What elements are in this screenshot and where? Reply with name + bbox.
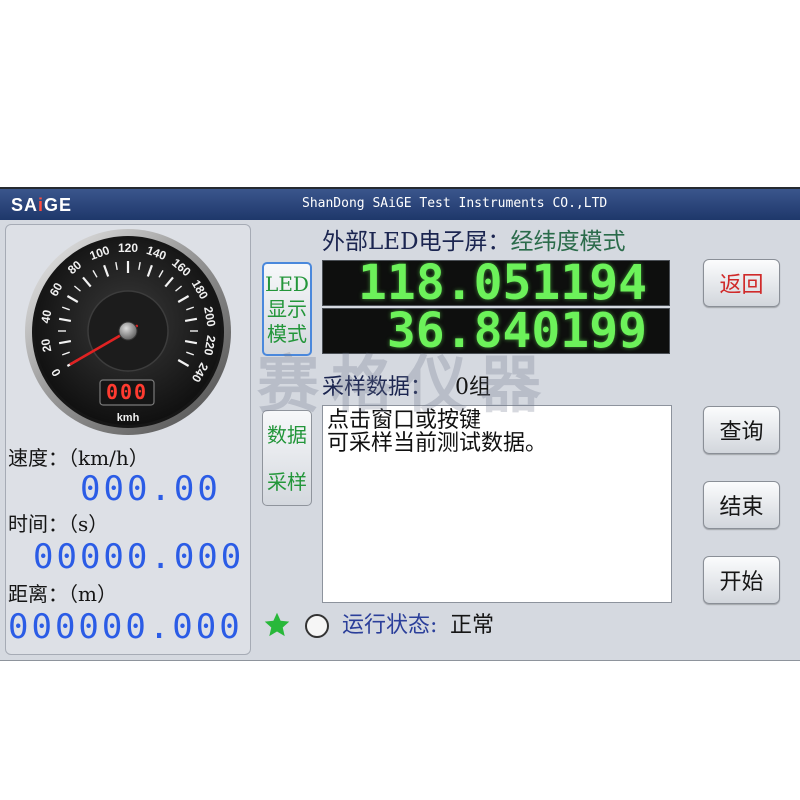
time-label: 时间：（s） — [8, 512, 109, 536]
star-icon — [264, 612, 290, 637]
run-status-label: 运行状态: — [342, 613, 438, 638]
data-sample-button-line-1: 数据 — [267, 422, 307, 447]
led-screen-title: 外部LED电子屏：经纬度模式 — [322, 228, 626, 256]
speed-value: 000.00 — [80, 469, 221, 509]
stop-button[interactable]: 结束 — [703, 481, 780, 529]
back-button[interactable]: 返回 — [703, 259, 780, 307]
gauge-unit: kmh — [117, 412, 140, 424]
sample-data-label: 采样数据： — [322, 375, 433, 400]
led-mode-button-line-2: 显示 — [267, 296, 307, 321]
led-mode-button-line-3: 模式 — [267, 321, 307, 346]
distance-label: 距离：（m） — [8, 582, 117, 606]
led-display-longitude: 118.051194 — [322, 260, 670, 306]
speed-label: 速度：（km/h） — [8, 446, 149, 470]
company-name: ShanDong SAiGE Test Instruments CO.,LTD — [302, 196, 608, 211]
start-button[interactable]: 开始 — [703, 556, 780, 604]
led-mode-button-line-1: LED — [265, 271, 309, 296]
sample-message-line-2: 可采样当前测试数据。 — [327, 431, 548, 456]
led-display-mode-button[interactable]: LED 显示 模式 — [262, 262, 312, 356]
led-screen-title-prefix: 外部LED电子屏： — [322, 229, 511, 255]
gauge-scale-label: 40 — [38, 308, 54, 324]
led-display-latitude: 36.840199 — [322, 308, 670, 354]
query-button[interactable]: 查询 — [703, 406, 780, 454]
speedometer-gauge: 020406080100 120 140160180200220240 000 km… — [25, 229, 231, 435]
run-status-value: 正常 — [450, 613, 495, 638]
saige-logo: SAiGE — [11, 195, 72, 215]
sample-count: 0组 — [455, 375, 491, 400]
gauge-scale-label: 120 — [118, 241, 138, 255]
logo-text-left: SA — [11, 195, 39, 215]
data-sample-button-line-2: 采样 — [267, 469, 307, 494]
led-screen-mode: 经纬度模式 — [510, 229, 626, 255]
sample-message-line-1: 点击窗口或按键 — [327, 408, 482, 433]
time-value: 00000.000 — [33, 537, 245, 577]
radio-circle-icon[interactable] — [305, 614, 329, 638]
sample-window[interactable]: 点击窗口或按键 可采样当前测试数据。 — [322, 405, 672, 603]
gauge-scale-label: 20 — [38, 337, 54, 353]
gauge-digital-value: 000 — [106, 380, 148, 404]
gauge-hub — [118, 321, 138, 341]
distance-value: 000000.000 — [8, 607, 243, 647]
logo-text-right: GE — [44, 195, 73, 215]
data-sample-button[interactable]: 数据 采样 — [262, 410, 312, 506]
